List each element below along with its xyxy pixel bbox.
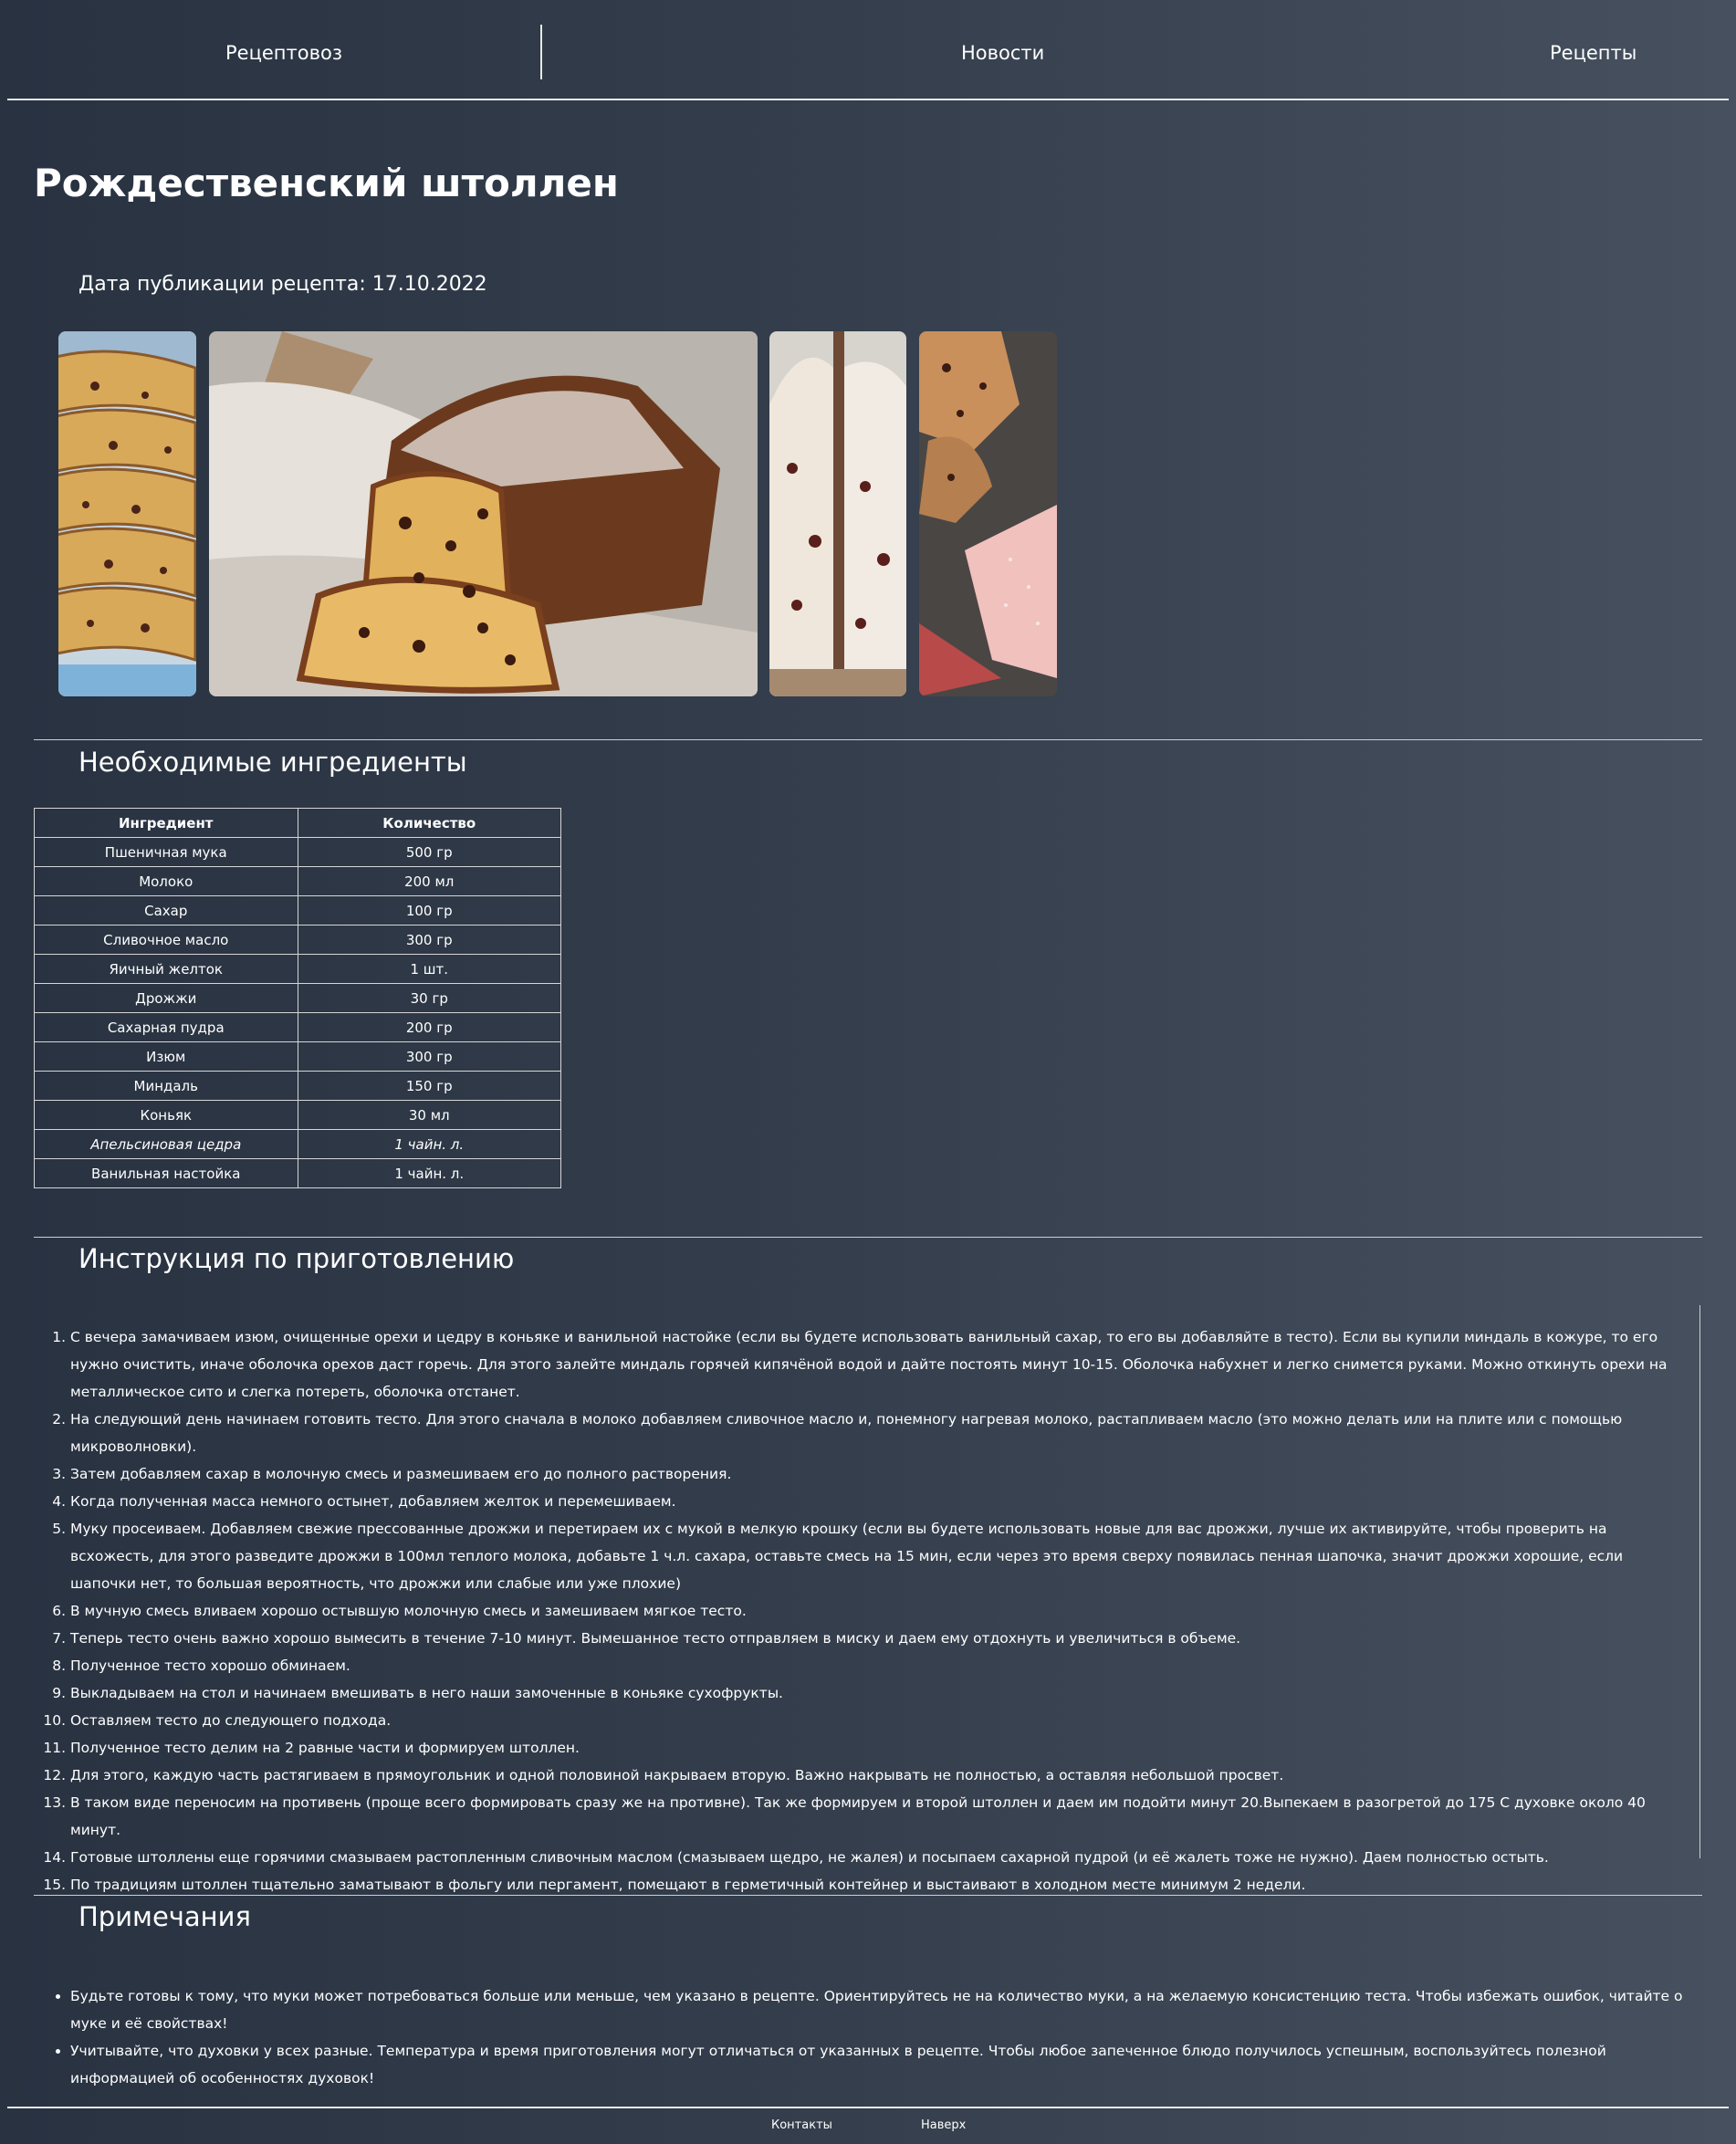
ingredient-name: Яичный желток [34, 954, 298, 984]
nav-link-recipes[interactable]: Рецепты [1550, 42, 1637, 64]
ingredient-name: Изюм [34, 1041, 298, 1072]
instruction-step: В таком виде переносим на противень (про… [70, 1789, 1677, 1844]
footer-link-contacts[interactable]: Контакты [771, 2118, 832, 2132]
ingredient-name: Ванильная настойка [34, 1158, 298, 1188]
page-title: Рождественский штоллен [34, 161, 619, 205]
note-item: Будьте готовы к тому, что муки может пот… [70, 1982, 1704, 2037]
ingredient-name: Дрожжи [34, 983, 298, 1013]
table-row: Сахарная пудра 200 гр [34, 1012, 561, 1042]
table-row: Сливочное масло 300 гр [34, 925, 561, 955]
ingredient-quantity: 30 гр [297, 983, 561, 1013]
ingredient-quantity: 300 гр [297, 925, 561, 955]
ingredient-name: Сахар [34, 895, 298, 926]
instruction-step: Готовые штоллены еще горячими смазываем … [70, 1844, 1677, 1871]
instruction-step: Для этого, каждую часть растягиваем в пр… [70, 1762, 1677, 1789]
ingredient-quantity: 1 шт. [297, 954, 561, 984]
section-divider [34, 739, 1702, 740]
table-row: Миндаль 150 гр [34, 1071, 561, 1101]
instruction-steps: С вечера замачиваем изюм, очищенные орех… [34, 1323, 1677, 1898]
notes-heading: Примечания [78, 1901, 251, 1932]
gallery-photo-main-loaf[interactable] [209, 331, 758, 696]
instruction-step: На следующий день начинаем готовить тест… [70, 1406, 1677, 1460]
ingredients-table: Ингредиент Количество Пшеничная мука 500… [34, 808, 561, 1188]
table-header-row: Ингредиент Количество [34, 808, 561, 838]
table-row: Ванильная настойка 1 чайн. л. [34, 1158, 561, 1188]
ingredients-heading: Необходимые ингредиенты [78, 747, 467, 778]
section-divider [34, 1237, 1702, 1238]
instruction-step: С вечера замачиваем изюм, очищенные орех… [70, 1323, 1677, 1406]
nav-link-news[interactable]: Новости [961, 42, 1044, 64]
ingredient-name: Пшеничная мука [34, 837, 298, 867]
table-row: Молоко 200 мл [34, 866, 561, 896]
gallery-photo-cut-loaf[interactable] [769, 331, 906, 696]
column-header-quantity: Количество [297, 808, 561, 838]
instruction-step: Выкладываем на стол и начинаем вмешивать… [70, 1679, 1677, 1707]
ingredient-quantity: 1 чайн. л. [297, 1129, 561, 1159]
ingredient-quantity: 1 чайн. л. [297, 1158, 561, 1188]
gallery-photo-sliced-loaf[interactable] [58, 331, 196, 696]
instruction-step: Затем добавляем сахар в молочную смесь и… [70, 1460, 1677, 1488]
instruction-step: Муку просеиваем. Добавляем свежие прессо… [70, 1515, 1677, 1597]
instruction-step: Теперь тесто очень важно хорошо вымесить… [70, 1625, 1677, 1652]
table-row: Пшеничная мука 500 гр [34, 837, 561, 867]
gallery-photo-slices-plate[interactable] [919, 331, 1057, 696]
section-divider [34, 1895, 1702, 1896]
table-row: Яичный желток 1 шт. [34, 954, 561, 984]
ingredient-quantity: 500 гр [297, 837, 561, 867]
ingredient-name: Коньяк [34, 1100, 298, 1130]
instructions-heading: Инструкция по приготовлению [78, 1243, 515, 1274]
table-row: Коньяк 30 мл [34, 1100, 561, 1130]
ingredient-quantity: 100 гр [297, 895, 561, 926]
table-row: Изюм 300 гр [34, 1041, 561, 1072]
ingredient-name: Миндаль [34, 1071, 298, 1101]
instruction-step: Полученное тесто делим на 2 равные части… [70, 1734, 1677, 1762]
nav-divider [540, 25, 542, 79]
table-row: Сахар 100 гр [34, 895, 561, 926]
ingredient-quantity: 200 мл [297, 866, 561, 896]
instruction-step: Полученное тесто хорошо обминаем. [70, 1652, 1677, 1679]
ingredient-name: Апельсиновая цедра [34, 1129, 298, 1159]
ingredient-name: Молоко [34, 866, 298, 896]
note-item: Учитывайте, что духовки у всех разные. Т… [70, 2037, 1704, 2092]
ingredient-quantity: 300 гр [297, 1041, 561, 1072]
footer-link-back-to-top[interactable]: Наверх [921, 2118, 966, 2132]
publication-date: Дата публикации рецепта: 17.10.2022 [78, 273, 487, 296]
footer-divider [7, 2107, 1729, 2108]
ingredient-quantity: 200 гр [297, 1012, 561, 1042]
table-row: Апельсиновая цедра 1 чайн. л. [34, 1129, 561, 1159]
notes-list: Будьте готовы к тому, что муки может пот… [34, 1982, 1704, 2092]
column-header-ingredient: Ингредиент [34, 808, 298, 838]
ingredient-name: Сливочное масло [34, 925, 298, 955]
instruction-step: Когда полученная масса немного остынет, … [70, 1488, 1677, 1515]
nav-link-brand[interactable]: Рецептовоз [225, 42, 342, 64]
table-row: Дрожжи 30 гр [34, 983, 561, 1013]
ingredient-quantity: 30 мл [297, 1100, 561, 1130]
steps-border [1699, 1305, 1700, 1858]
instruction-step: В мучную смесь вливаем хорошо остывшую м… [70, 1597, 1677, 1625]
instruction-step: Оставляем тесто до следующего подхода. [70, 1707, 1677, 1734]
site-header: Рецептовоз Новости Рецепты [7, 0, 1729, 100]
ingredient-quantity: 150 гр [297, 1071, 561, 1101]
ingredient-name: Сахарная пудра [34, 1012, 298, 1042]
